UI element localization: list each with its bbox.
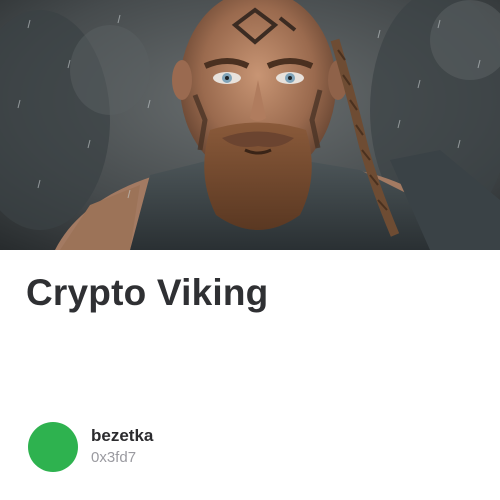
author-info[interactable]: bezetka 0x3fd7	[28, 422, 153, 472]
nft-title[interactable]: Crypto Viking	[26, 272, 268, 314]
author-name[interactable]: bezetka	[91, 426, 153, 446]
viking-portrait-image	[0, 0, 500, 250]
avatar[interactable]	[28, 422, 78, 472]
nft-image[interactable]	[0, 0, 500, 250]
author-text: bezetka 0x3fd7	[91, 426, 153, 468]
nft-card[interactable]: Crypto Viking bezetka 0x3fd7	[0, 0, 500, 500]
author-address: 0x3fd7	[91, 449, 137, 466]
